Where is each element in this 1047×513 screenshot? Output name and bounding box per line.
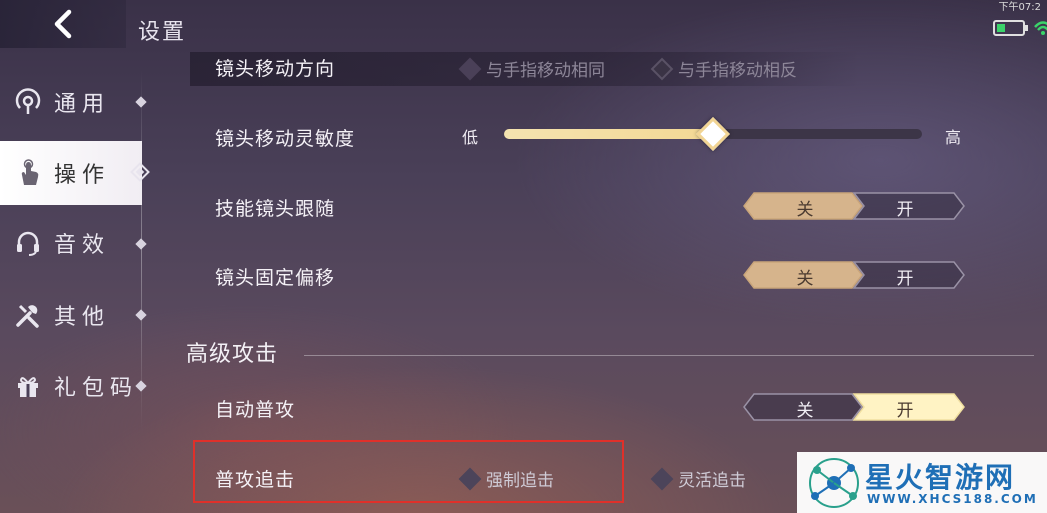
slider-high-label: 高 — [945, 128, 962, 147]
sidebar-item-general[interactable]: 通用 — [0, 70, 142, 134]
sidebar-item-label: 音效 — [54, 233, 111, 258]
sensitivity-slider-fill — [504, 129, 713, 139]
toggle-on-label[interactable]: 开 — [890, 264, 920, 289]
sidebar-item-gift-code[interactable]: 礼包码 — [0, 354, 142, 418]
sidebar-item-label: 通用 — [54, 92, 111, 117]
watermark: 星火智游网 WWW.XHCS188.COM — [797, 452, 1047, 513]
skill-camera-follow-label: 技能镜头跟随 — [215, 198, 336, 220]
skill-camera-follow-toggle[interactable]: 关 开 — [742, 192, 966, 220]
sidebar-item-label: 其他 — [54, 305, 111, 330]
radio-diamond-icon — [650, 57, 674, 80]
toggle-off-label[interactable]: 关 — [790, 195, 820, 220]
auto-attack-label: 自动普攻 — [215, 399, 296, 421]
back-button[interactable] — [0, 0, 126, 48]
gift-icon — [14, 372, 42, 400]
headset-icon — [14, 229, 42, 257]
slider-low-label: 低 — [462, 128, 479, 147]
network-logo-icon — [809, 457, 859, 508]
radio-diamond-icon — [650, 467, 674, 490]
auto-attack-toggle[interactable]: 关 开 — [742, 393, 966, 421]
toggle-off-label[interactable]: 关 — [790, 264, 820, 289]
highlight-box — [193, 440, 624, 503]
watermark-url: WWW.XHCS188.COM — [867, 492, 1038, 506]
battery-icon — [993, 20, 1028, 36]
toggle-on-label[interactable]: 开 — [890, 396, 920, 421]
toggle-on-label[interactable]: 开 — [890, 195, 920, 220]
camera-direction-reverse-option[interactable]: 与手指移动相反 — [650, 56, 797, 81]
toggle-off-label[interactable]: 关 — [790, 396, 820, 421]
sidebar-item-label: 操作 — [54, 163, 111, 188]
attack-chase-flexible-option[interactable]: 灵活追击 — [650, 466, 746, 491]
status-time: 下午07:2 — [998, 2, 1041, 13]
sidebar-item-label: 礼包码 — [54, 376, 139, 401]
watermark-title: 星火智游网 — [865, 461, 1016, 494]
chevron-left-icon — [54, 9, 72, 39]
camera-direction-label: 镜头移动方向 — [215, 58, 336, 80]
camera-sensitivity-label: 镜头移动灵敏度 — [215, 128, 356, 150]
advanced-attack-section-title: 高级攻击 — [186, 342, 279, 367]
option-label: 与手指移动相反 — [678, 61, 797, 81]
option-label: 灵活追击 — [678, 471, 746, 491]
camera-fixed-offset-toggle[interactable]: 关 开 — [742, 261, 966, 289]
sensitivity-slider-thumb[interactable] — [696, 117, 730, 151]
radio-diamond-icon — [458, 57, 482, 80]
page-title: 设置 — [138, 20, 187, 45]
camera-direction-same-option[interactable]: 与手指移动相同 — [458, 56, 605, 81]
option-label: 与手指移动相同 — [486, 61, 605, 81]
touch-hand-icon — [14, 159, 42, 187]
sidebar-item-sound[interactable]: 音效 — [0, 211, 142, 275]
sidebar-item-controls[interactable]: 操作 — [0, 141, 142, 205]
section-divider — [304, 355, 1034, 356]
sidebar-item-other[interactable]: 其他 — [0, 283, 142, 347]
radio-signal-icon — [14, 88, 42, 116]
wifi-icon — [1034, 21, 1047, 35]
tools-icon — [14, 301, 42, 329]
camera-fixed-offset-label: 镜头固定偏移 — [215, 267, 336, 289]
